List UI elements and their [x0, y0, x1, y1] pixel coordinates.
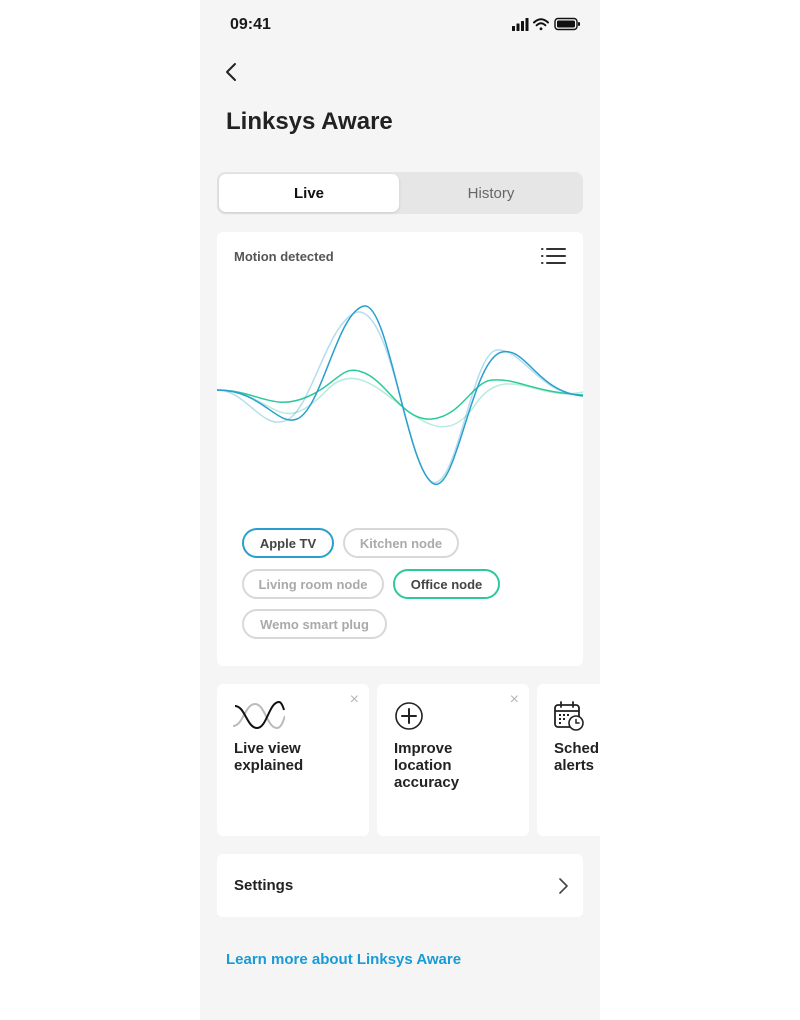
page-title: Linksys Aware: [226, 108, 393, 135]
chip-wemo-smart-plug[interactable]: Wemo smart plug: [242, 609, 387, 639]
learn-more-link[interactable]: Learn more about Linksys Aware: [226, 951, 461, 968]
back-chevron-icon[interactable]: [220, 60, 244, 84]
motion-title: Motion detected: [234, 249, 334, 264]
settings-label: Settings: [234, 877, 294, 894]
tile-label: Sched alerts: [554, 740, 600, 774]
status-icons: [512, 17, 580, 31]
tile-schedule-alerts[interactable]: Sched alerts: [537, 684, 600, 836]
tab-live[interactable]: Live: [219, 174, 399, 212]
plus-circle-icon: [395, 702, 423, 730]
chip-apple-tv[interactable]: Apple TV: [242, 528, 334, 558]
chevron-right-icon: [559, 878, 568, 894]
chip-kitchen-node[interactable]: Kitchen node: [343, 528, 459, 558]
tile-improve-location[interactable]: × Improve location accuracy: [377, 684, 529, 836]
tile-label: Improve location accuracy: [394, 740, 460, 791]
list-menu-icon[interactable]: [541, 246, 567, 266]
signal-icon: [512, 18, 529, 31]
close-icon[interactable]: ×: [510, 692, 519, 708]
wifi-icon: [533, 18, 549, 31]
status-bar: 09:41: [200, 0, 600, 50]
battery-icon: [554, 17, 580, 31]
tile-live-view-explained[interactable]: × Live view explained: [217, 684, 369, 836]
tile-label: Live view explained: [234, 740, 304, 774]
view-tabs: Live History: [217, 172, 583, 214]
close-icon[interactable]: ×: [350, 692, 359, 708]
settings-row[interactable]: Settings: [217, 854, 583, 917]
tab-history[interactable]: History: [401, 174, 581, 212]
chip-living-room-node[interactable]: Living room node: [242, 569, 384, 599]
waves-icon: [233, 700, 285, 730]
calendar-clock-icon: [554, 701, 584, 731]
chip-office-node[interactable]: Office node: [393, 569, 500, 599]
apple-tv-wave: [217, 305, 583, 485]
status-time: 09:41: [230, 16, 271, 33]
phone-screen: 09:41 Linksys Aware Live History Motion …: [200, 0, 600, 1020]
motion-waveform: [217, 305, 583, 485]
motion-card: Motion detected Apple TV Kitchen node Li…: [217, 232, 583, 666]
